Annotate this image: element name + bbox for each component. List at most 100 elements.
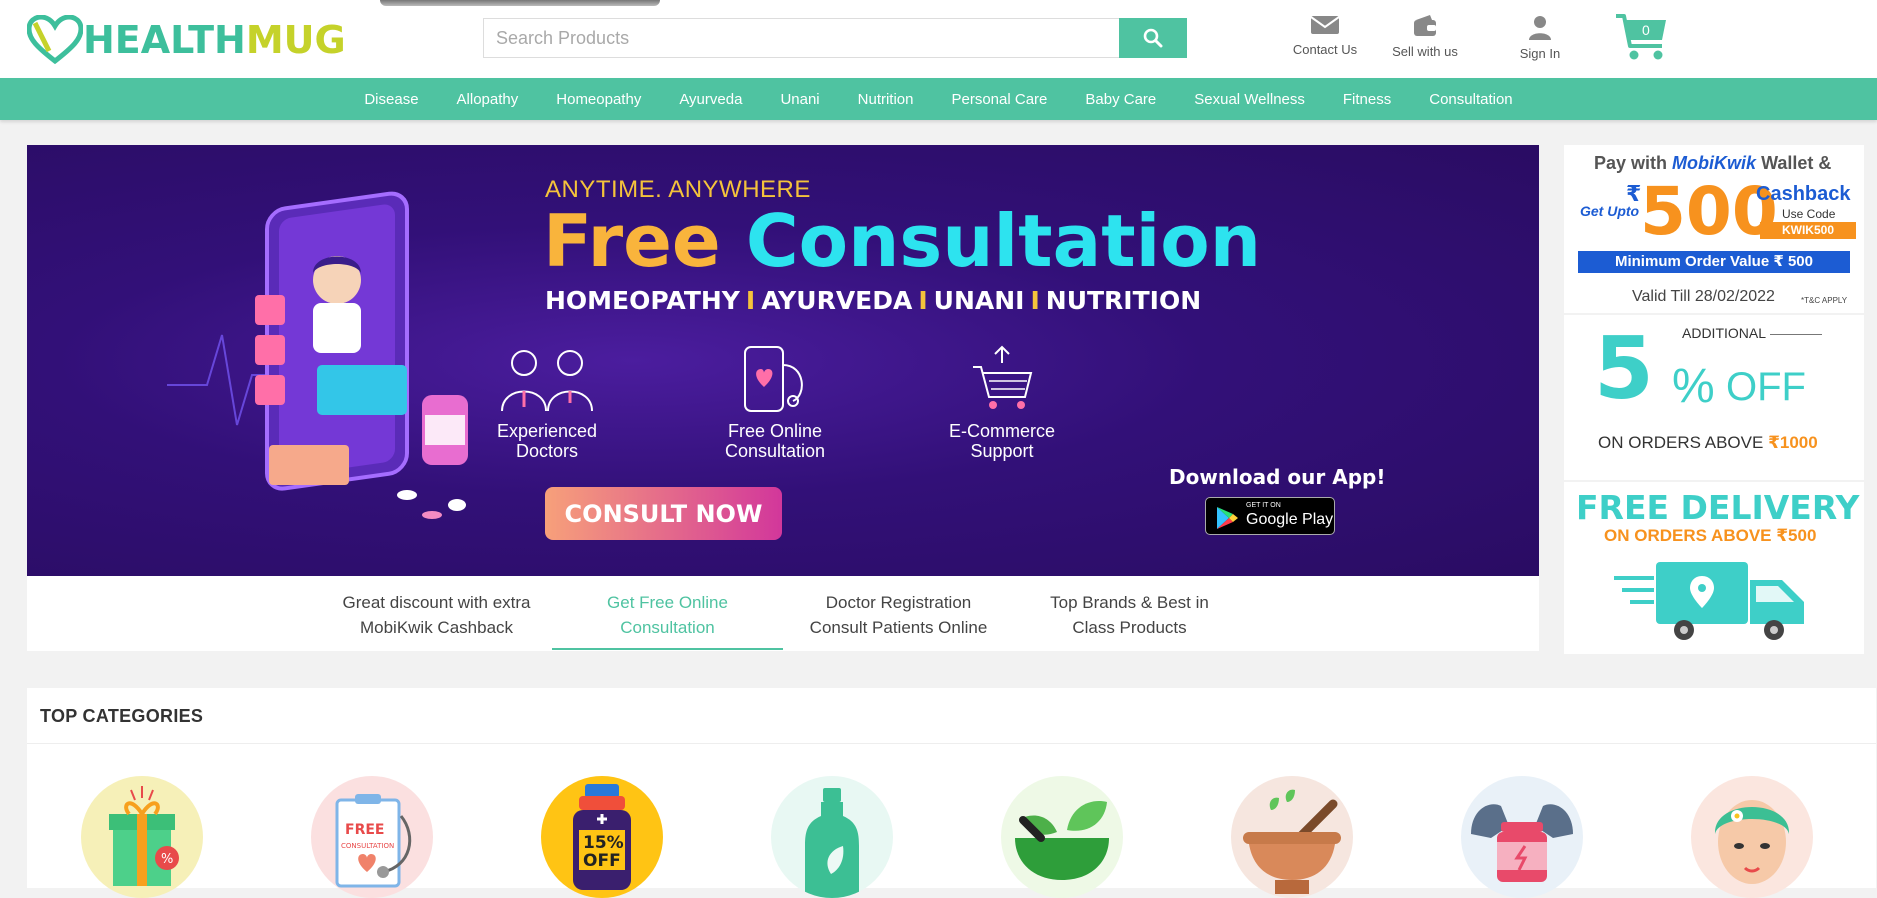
promo2-orders: ON ORDERS ABOVE [1598,433,1764,452]
healthmug-logo[interactable]: HEALTHMUG [27,14,346,66]
mail-icon [1310,16,1340,34]
category-fitness-supplements[interactable] [1461,776,1583,898]
promo2-off: OFF [1726,365,1806,409]
tab-3-line2: Consult Patients Online [809,618,988,637]
promo3-line1: FREE DELIVERY [1576,488,1860,527]
search-button[interactable] [1119,18,1187,58]
feature-free-online-consultation: Free Online Consultation [700,345,850,461]
nav-nutrition[interactable]: Nutrition [839,91,933,108]
main-nav: Disease Allopathy Homeopathy Ayurveda Un… [0,78,1877,120]
phone-stethoscope-icon [744,346,803,412]
category-discount-products[interactable]: 15% OFF [541,776,663,898]
tab-doctor-registration[interactable]: Doctor Registration Consult Patients Onl… [783,590,1014,640]
banner-title-free: Free [543,199,721,283]
banner-tabs: Great discount with extra MobiKwik Cashb… [27,576,1539,651]
tab-1-line2: MobiKwik Cashback [359,618,514,637]
promo-additional-discount[interactable]: ADDITIONAL 5 % OFF ON ORDERS ABOVE ₹1000 [1564,315,1864,480]
nav-homeopathy[interactable]: Homeopathy [537,91,660,108]
nav-allopathy[interactable]: Allopathy [438,91,538,108]
promo2-amount: ₹1000 [1768,433,1818,452]
sell-with-us-link[interactable]: Sell with us [1385,14,1465,59]
face-care-icon [1714,800,1790,884]
sign-in-link[interactable]: Sign In [1500,14,1580,61]
feature-3-line2: Support [970,441,1034,461]
promo1-tc: *T&C APPLY [1801,296,1848,305]
logo-mug: MUG [245,18,346,62]
tab-top-brands[interactable]: Top Brands & Best in Class Products [1014,590,1245,640]
banner-specialties: HOMEOPATHY I AYURVEDA I UNANI I NUTRITION [545,286,1201,315]
hero-banner[interactable]: ANYTIME. ANYWHERE Free Consultation HOME… [27,145,1539,576]
tab-4-line1: Top Brands & Best in [1050,593,1209,612]
feature-2-line1: Free Online [727,421,823,441]
promo3-line2: ON ORDERS ABOVE ₹500 [1604,526,1817,545]
promo1-usecode: Use Code [1782,207,1836,221]
bottle-off-text: OFF [583,851,621,871]
logo-health: HEALTH [83,18,246,62]
consult-now-button[interactable]: CONSULT NOW [545,487,782,540]
google-play-small: GET IT ON [1246,502,1281,509]
nav-disease[interactable]: Disease [345,91,437,108]
bottle-percent-text: 15% [583,833,624,853]
nav-ayurveda[interactable]: Ayurveda [660,91,761,108]
delivery-truck-icon [1614,562,1804,640]
active-tab-indicator [552,648,783,650]
promo-free-delivery[interactable]: FREE DELIVERY ON ORDERS ABOVE ₹500 [1564,482,1864,654]
promo2-additional: ADDITIONAL [1682,325,1767,341]
heart-logo-icon [27,15,83,65]
banner-title: Free Consultation [543,199,1261,283]
wallet-icon [1414,15,1436,36]
promo-mobikwik[interactable]: Pay with MobiKwik Wallet & Get Upto ₹ 50… [1564,145,1864,313]
nav-unani[interactable]: Unani [761,91,838,108]
top-categories-section: TOP CATEGORIES % FREE CONSULTATION 15% O… [27,688,1876,898]
specialty-homeopathy: HOMEOPATHY [545,286,740,315]
clipboard-stethoscope-icon: FREE CONSULTATION [335,794,412,888]
search-input[interactable] [483,18,1119,58]
contact-us-link[interactable]: Contact Us [1285,14,1365,57]
mobikwik-brand: MobiKwik [1672,153,1757,173]
svg-text:%: % [161,852,173,867]
nav-sexual-wellness[interactable]: Sexual Wellness [1175,91,1324,108]
tab-mobikwik-cashback[interactable]: Great discount with extra MobiKwik Cashb… [321,590,552,640]
nav-fitness[interactable]: Fitness [1324,91,1410,108]
promo2-rule [1770,334,1822,335]
google-play-icon [1217,507,1238,529]
search-icon [1143,28,1163,48]
specialty-separator: I [745,286,756,315]
site-header: HEALTHMUG Contact Us Sell with us [0,0,1877,78]
google-play-badge[interactable]: GET IT ON Google Play [1205,497,1335,535]
promo2-percent: % [1672,360,1715,413]
clipboard-free-text: FREE [345,822,384,838]
user-icon [1529,16,1551,40]
category-free-consultation[interactable]: FREE CONSULTATION [311,776,433,898]
nav-consultation[interactable]: Consultation [1410,91,1531,108]
promo1-wallet: Wallet & [1761,153,1832,173]
mortar-leaves-icon [1015,801,1109,880]
contact-us-label: Contact Us [1292,42,1358,57]
category-unani[interactable] [1231,776,1353,898]
section-divider [27,743,1876,744]
cart-count: 0 [1642,22,1650,38]
banner-title-consultation: Consultation [745,199,1262,283]
category-ayurveda[interactable] [1001,776,1123,898]
specialty-nutrition: NUTRITION [1045,286,1202,315]
nav-baby-care[interactable]: Baby Care [1066,91,1175,108]
tab-1-line1: Great discount with extra [342,593,531,612]
category-homeopathy[interactable] [771,776,893,898]
search-bar [483,18,1187,58]
nav-personal-care[interactable]: Personal Care [933,91,1067,108]
promo1-cashback: Cashback [1756,183,1851,205]
tab-free-online-consultation[interactable]: Get Free Online Consultation [552,590,783,640]
tab-2-line1: Get Free Online [607,593,728,612]
shopping-cart-icon [973,345,1033,409]
category-offers[interactable]: % [81,776,203,898]
feature-ecommerce-support: E-Commerce Support [927,345,1077,461]
tab-4-line2: Class Products [1072,618,1187,637]
top-categories-title: TOP CATEGORIES [40,706,204,726]
category-personal-care[interactable] [1691,776,1813,898]
header-shadow [380,0,660,6]
cart-button[interactable]: 0 [1614,12,1670,62]
feature-1-line2: Doctors [515,441,578,461]
google-play-big: Google Play [1246,511,1334,528]
promo1-valid: Valid Till 28/02/2022 [1632,288,1775,305]
phone-doctor-illustration [167,191,468,519]
